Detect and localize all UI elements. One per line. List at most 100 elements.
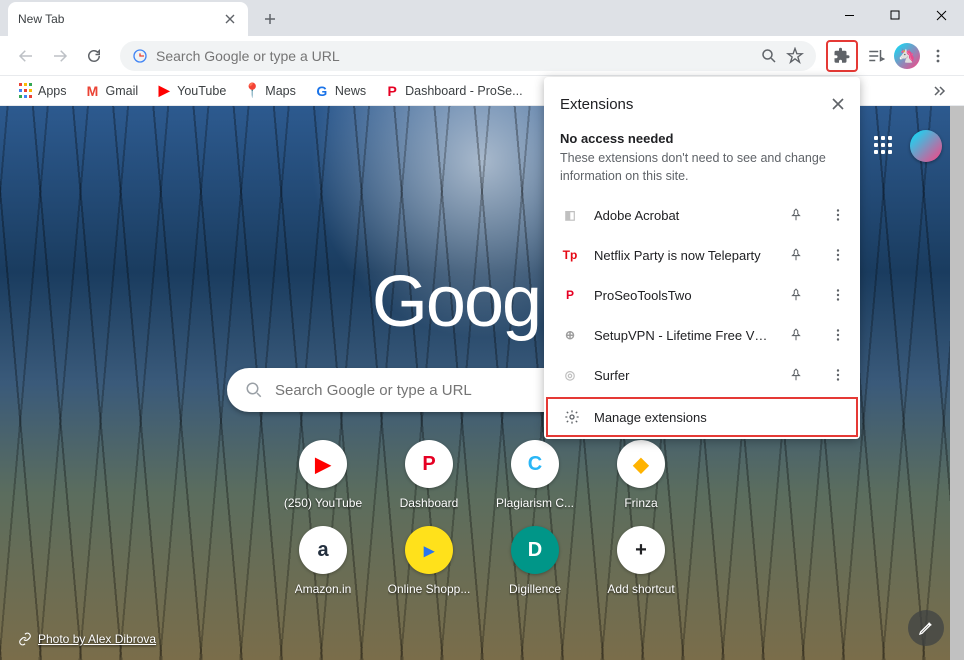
scrollbar-track [950, 106, 964, 660]
bookmark-favicon: P [384, 83, 400, 99]
bookmark-favicon: ▶ [156, 83, 172, 99]
forward-button[interactable] [44, 40, 76, 72]
back-button[interactable] [10, 40, 42, 72]
extension-menu-button[interactable] [824, 281, 852, 309]
bookmark-favicon: G [314, 83, 330, 99]
kebab-icon [831, 248, 845, 262]
extension-menu-button[interactable] [824, 201, 852, 229]
maximize-button[interactable] [872, 0, 918, 30]
bookmark-star-icon[interactable] [786, 47, 804, 65]
manage-extensions-button[interactable]: Manage extensions [546, 397, 858, 437]
profile-avatar-button[interactable]: 🦄 [894, 43, 920, 69]
extension-menu-button[interactable] [824, 241, 852, 269]
apps-grid-icon [17, 83, 33, 99]
bookmark-label: Dashboard - ProSe... [405, 84, 522, 98]
extension-name: ProSeoToolsTwo [594, 288, 768, 303]
shortcut-tile[interactable]: ▶(250) YouTube [273, 434, 373, 516]
extension-name: Surfer [594, 368, 768, 383]
kebab-icon [930, 48, 946, 64]
shortcut-tile[interactable]: DDigillence [485, 520, 585, 602]
shortcut-label: Dashboard [400, 496, 459, 510]
bookmark-item[interactable]: 📍Maps [237, 80, 303, 102]
extensions-section-title: No access needed [544, 131, 860, 146]
maximize-icon [890, 10, 900, 20]
omnibox[interactable] [120, 41, 816, 71]
customize-button[interactable] [908, 610, 944, 646]
minimize-icon [844, 10, 855, 21]
extension-icon: P [560, 285, 580, 305]
pin-icon [789, 328, 803, 342]
gear-icon [564, 409, 580, 425]
apps-bookmark[interactable]: Apps [10, 80, 74, 102]
pin-extension-button[interactable] [782, 321, 810, 349]
extension-name: Netflix Party is now Teleparty [594, 248, 768, 263]
extension-icon: ⊕ [560, 325, 580, 345]
pencil-icon [918, 620, 934, 636]
new-tab-button[interactable] [256, 5, 284, 33]
extensions-popup-close-button[interactable] [824, 90, 852, 118]
extension-item[interactable]: ⊕ SetupVPN - Lifetime Free VPN [544, 315, 860, 355]
shortcut-label: Online Shopp... [388, 582, 471, 596]
bookmark-label: Maps [265, 84, 296, 98]
add-shortcut-button[interactable]: +Add shortcut [591, 520, 691, 602]
shortcut-tile[interactable]: ◆ Frinza [591, 434, 691, 516]
shortcut-icon: ◆ [617, 440, 665, 488]
extension-item[interactable]: P ProSeoToolsTwo [544, 275, 860, 315]
plus-icon [264, 13, 276, 25]
pin-extension-button[interactable] [782, 241, 810, 269]
pin-extension-button[interactable] [782, 281, 810, 309]
extensions-section-desc: These extensions don't need to see and c… [544, 146, 860, 195]
minimize-button[interactable] [826, 0, 872, 30]
puzzle-icon [833, 47, 851, 65]
shortcut-icon: + [617, 526, 665, 574]
pin-icon [789, 248, 803, 262]
pin-extension-button[interactable] [782, 201, 810, 229]
extension-menu-button[interactable] [824, 321, 852, 349]
reload-icon [85, 47, 103, 65]
tab-close-button[interactable] [222, 11, 238, 27]
bookmarks-overflow-button[interactable] [924, 80, 954, 102]
pin-extension-button[interactable] [782, 361, 810, 389]
link-icon [18, 632, 32, 646]
extensions-button[interactable] [826, 40, 858, 72]
reload-button[interactable] [78, 40, 110, 72]
kebab-icon [831, 328, 845, 342]
kebab-icon [831, 368, 845, 382]
reading-list-button[interactable] [860, 40, 892, 72]
close-window-button[interactable] [918, 0, 964, 30]
extension-menu-button[interactable] [824, 361, 852, 389]
search-icon [245, 381, 263, 399]
pin-icon [789, 368, 803, 382]
window-controls [826, 0, 964, 30]
shortcut-icon: ▸ [405, 526, 453, 574]
google-g-icon [132, 48, 148, 64]
extension-item[interactable]: Tp Netflix Party is now Teleparty [544, 235, 860, 275]
extension-item[interactable]: ◧ Adobe Acrobat [544, 195, 860, 235]
shortcut-tile[interactable]: aAmazon.in [273, 520, 373, 602]
shortcut-tile[interactable]: ▸ Online Shopp... [379, 520, 479, 602]
extension-icon: ◎ [560, 365, 580, 385]
bookmark-label: Apps [38, 84, 67, 98]
scrollbar-thumb[interactable] [950, 106, 964, 660]
shortcut-label: Frinza [624, 496, 657, 510]
bookmark-label: News [335, 84, 366, 98]
bookmark-item[interactable]: G News [307, 80, 373, 102]
toolbar: 🦄 [0, 36, 964, 76]
shortcut-tile[interactable]: PDashboard [379, 434, 479, 516]
shortcut-label: (250) YouTube [284, 496, 362, 510]
photo-credit-link[interactable]: Photo by Alex Dibrova [18, 632, 156, 646]
shortcut-icon: C [511, 440, 559, 488]
photo-credit-text: Photo by Alex Dibrova [38, 632, 156, 646]
browser-tab[interactable]: New Tab [8, 2, 248, 36]
shortcut-tile[interactable]: CPlagiarism C... [485, 434, 585, 516]
bookmark-item[interactable]: ▶YouTube [149, 80, 233, 102]
bookmark-item[interactable]: P Dashboard - ProSe... [377, 80, 529, 102]
arrow-right-icon [51, 47, 69, 65]
extension-icon: ◧ [560, 205, 580, 225]
zoom-icon[interactable] [760, 47, 778, 65]
bookmark-item[interactable]: MGmail [78, 80, 146, 102]
extension-item[interactable]: ◎ Surfer [544, 355, 860, 395]
chrome-menu-button[interactable] [922, 40, 954, 72]
pin-icon [789, 208, 803, 222]
omnibox-input[interactable] [156, 48, 752, 64]
